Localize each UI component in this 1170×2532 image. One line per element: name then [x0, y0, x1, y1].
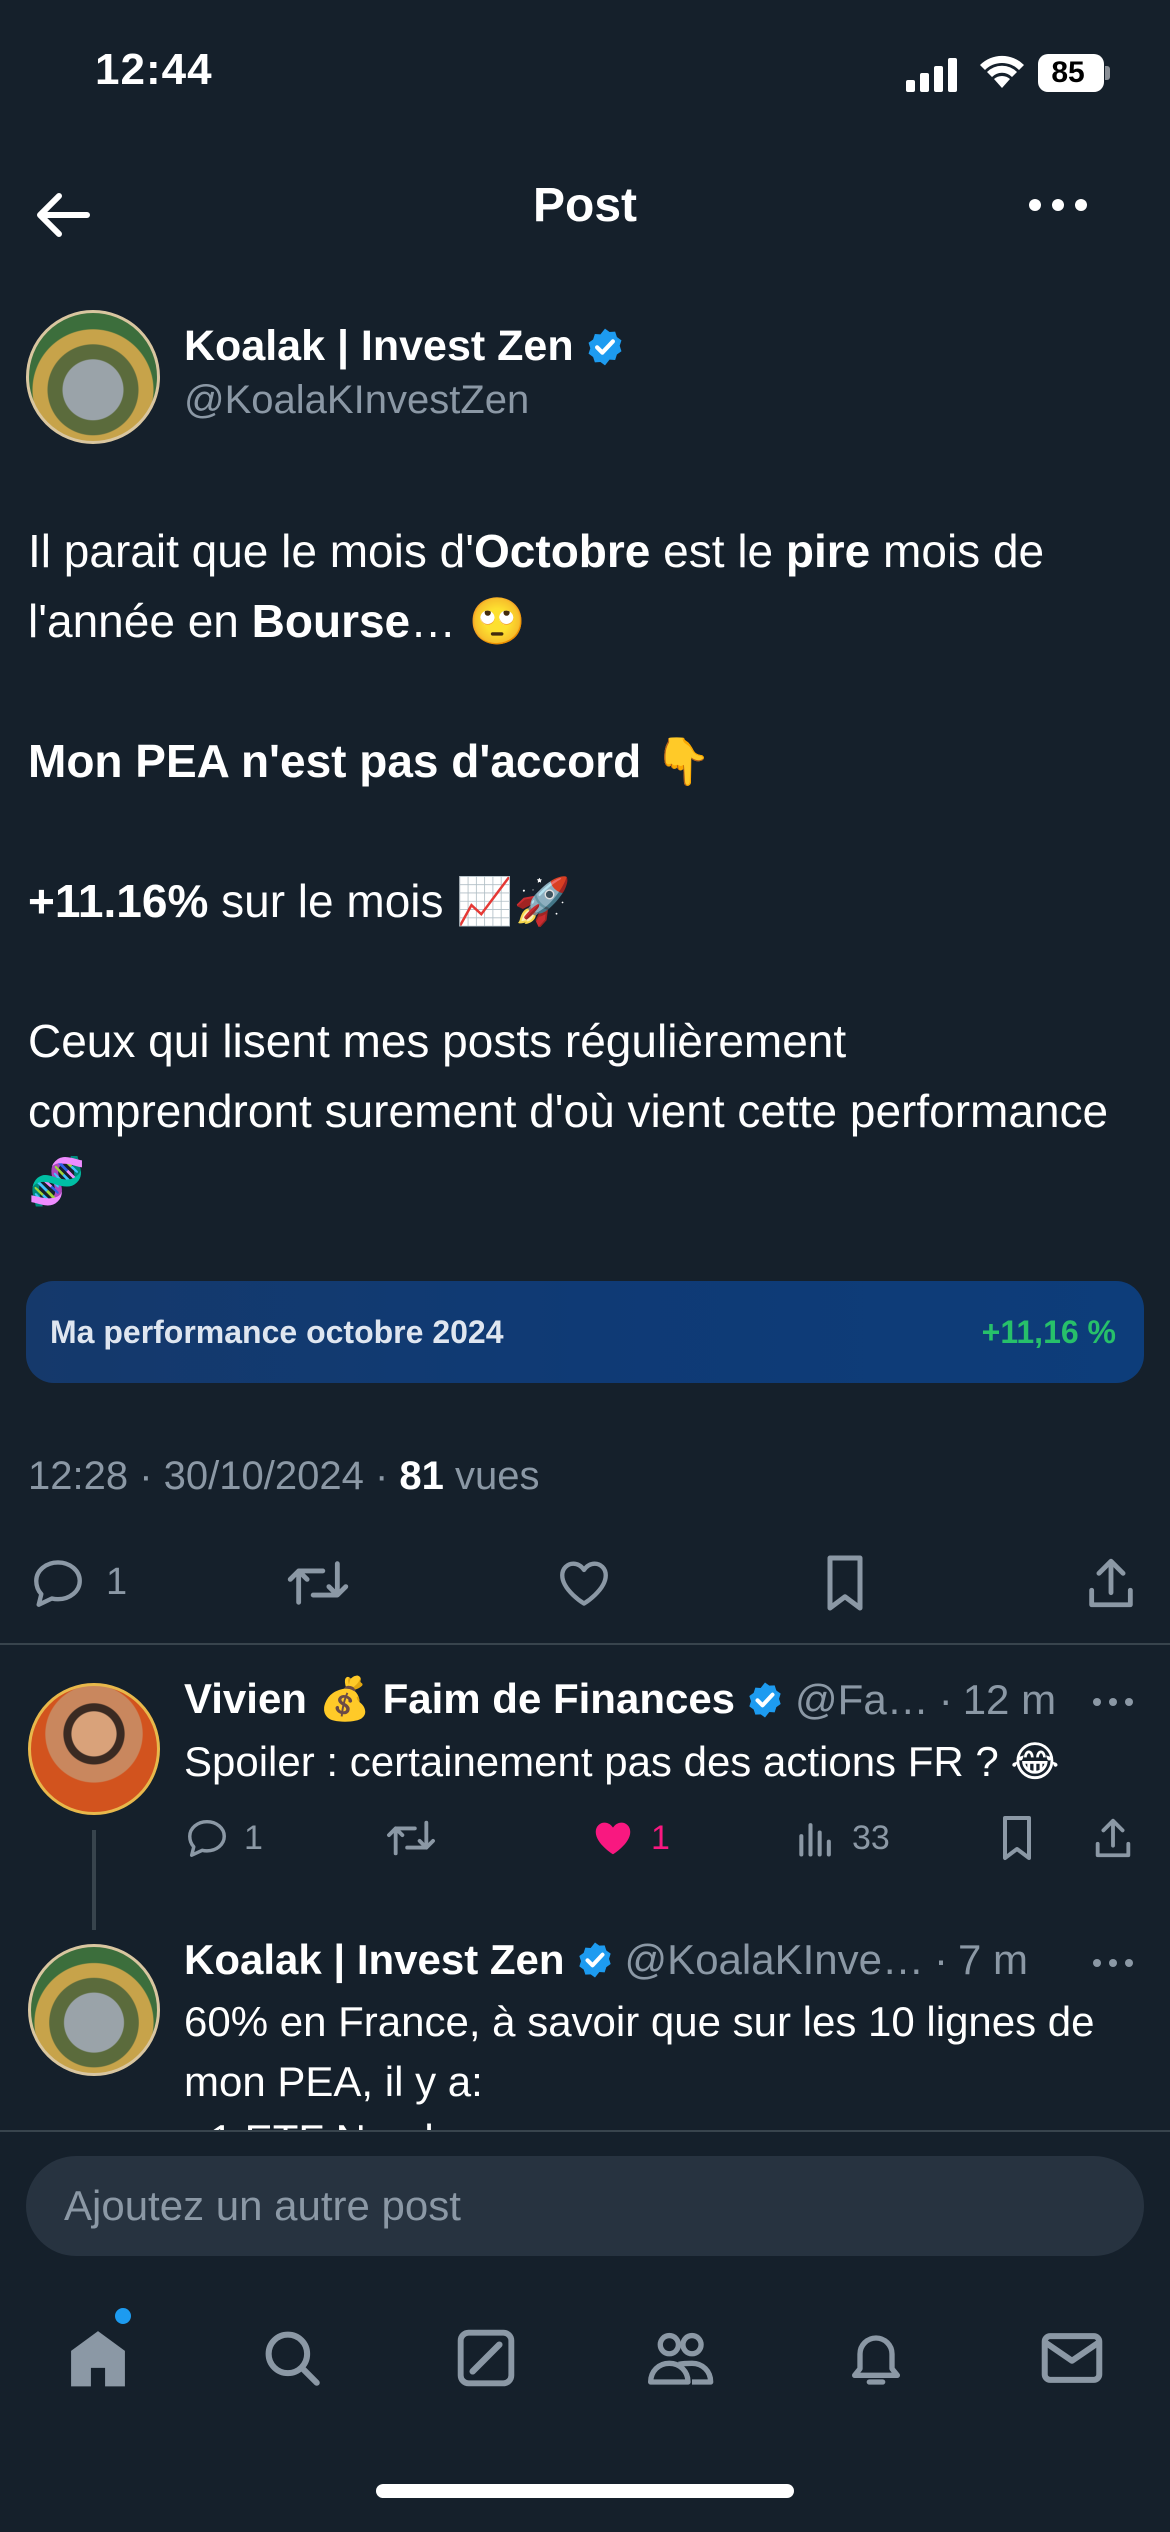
reply-action-bar: 1 1 33 — [184, 1808, 1144, 1868]
bookmark-button[interactable] — [818, 1545, 872, 1620]
tab-notifications[interactable] — [836, 2318, 916, 2398]
heart-filled-icon — [595, 1822, 631, 1855]
mail-icon — [1041, 2333, 1103, 2383]
analytics-icon — [799, 1823, 831, 1857]
home-indicator[interactable] — [376, 2484, 794, 2498]
repost-button[interactable] — [284, 1545, 352, 1620]
reply-share-button[interactable] — [1090, 1808, 1136, 1868]
notification-dot — [115, 2308, 131, 2324]
post-time: 12:28 — [28, 1454, 129, 1498]
performance-value: +11,16 % — [981, 1313, 1116, 1350]
reply-more-button[interactable] — [1088, 1682, 1138, 1722]
reply-reply-button[interactable]: 1 — [184, 1808, 263, 1868]
wifi-icon — [980, 55, 1024, 88]
performance-image-card[interactable]: Ma performance octobre 2024 +11,16 % — [26, 1281, 1144, 1383]
post-paragraph-1: Il parait que le mois d'Octobre est le p… — [28, 525, 1045, 647]
compose-input[interactable]: Ajoutez un autre post — [26, 2156, 1144, 2256]
tab-search[interactable] — [252, 2318, 332, 2398]
reply-age: 7 m — [958, 1936, 1029, 1983]
more-dots-icon — [1028, 199, 1087, 211]
reply-button[interactable]: 1 — [28, 1545, 127, 1620]
reply-like-button[interactable]: 1 — [589, 1808, 670, 1868]
like-button[interactable] — [553, 1545, 615, 1620]
reply-count: 1 — [106, 1561, 128, 1603]
reply-reply-count: 1 — [244, 1818, 263, 1857]
author-handle[interactable]: @KoalaKInvestZen — [184, 378, 529, 423]
home-icon — [71, 2331, 125, 2387]
share-icon — [1089, 1558, 1133, 1607]
post-date: 30/10/2024 — [163, 1454, 364, 1498]
battery-level: 85 — [1051, 56, 1085, 89]
thread-line — [92, 1830, 96, 1930]
bookmark-icon — [827, 1555, 863, 1610]
reply-author-name: Koalak | Invest Zen — [184, 1936, 565, 1983]
reply-more-button[interactable] — [1088, 1943, 1138, 1983]
post-meta: 12:28 · 30/10/2024 · 81 vues — [28, 1454, 540, 1498]
reply-icon — [188, 1819, 226, 1857]
reply-author-name: Vivien 💰 Faim de Finances — [184, 1675, 736, 1722]
reply-author-handle: @KoalaKInve… — [624, 1936, 925, 1983]
reply-header[interactable]: Koalak | Invest Zen @KoalaKInve… · 7 m — [184, 1936, 1028, 1984]
cellular-signal-icon — [906, 58, 957, 92]
bell-icon — [852, 2335, 900, 2385]
more-options-button[interactable] — [1020, 180, 1095, 230]
tab-grok[interactable] — [446, 2318, 526, 2398]
grok-icon — [457, 2329, 515, 2387]
reply-text: Spoiler : certainement pas des actions F… — [184, 1738, 1060, 1785]
tab-messages[interactable] — [1032, 2318, 1112, 2398]
reply-avatar-vivien[interactable] — [28, 1683, 160, 1815]
author-avatar[interactable] — [26, 310, 160, 444]
reply-author-handle: @Fa… — [795, 1675, 929, 1723]
reply-text: 60% en France, à savoir que sur les 10 l… — [184, 1998, 1095, 2105]
reply-age: 12 m — [962, 1675, 1057, 1723]
reply-repost-button[interactable] — [384, 1808, 438, 1868]
reply-icon — [34, 1559, 82, 1607]
author-name-row[interactable]: Koalak | Invest Zen — [184, 322, 626, 371]
views-label: vues — [455, 1454, 540, 1498]
share-icon — [1095, 1818, 1131, 1858]
post-text: Il parait que le mois d'Octobre est le p… — [28, 516, 1138, 1216]
views-count: 81 — [399, 1454, 444, 1498]
battery-indicator: 85 — [1038, 54, 1110, 92]
reply-avatar-koalak[interactable] — [28, 1944, 160, 2076]
more-dots-icon — [1093, 1698, 1133, 1706]
reply-like-count: 1 — [651, 1818, 670, 1857]
reply-bookmark-button[interactable] — [996, 1808, 1038, 1868]
communities-icon — [648, 2332, 714, 2385]
post-action-bar: 1 — [0, 1545, 1170, 1620]
post-paragraph-3: +11.16% sur le mois 📈🚀 — [28, 875, 571, 927]
verified-badge-icon — [578, 1942, 611, 1978]
reply-views-button[interactable]: 33 — [794, 1808, 890, 1868]
heart-icon — [560, 1560, 608, 1606]
tab-home[interactable] — [58, 2318, 138, 2398]
author-name: Koalak | Invest Zen — [184, 322, 574, 370]
share-button[interactable] — [1082, 1545, 1140, 1620]
tab-communities[interactable] — [640, 2318, 720, 2398]
performance-label: Ma performance octobre 2024 — [50, 1313, 504, 1350]
repost-icon — [287, 1560, 349, 1605]
more-dots-icon — [1093, 1959, 1133, 1967]
divider — [0, 1643, 1170, 1645]
reply-header[interactable]: Vivien 💰 Faim de Finances @Fa… · 12 m — [184, 1675, 1056, 1724]
post-paragraph-2: Mon PEA n'est pas d'accord 👇 — [28, 735, 712, 787]
bookmark-icon — [1003, 1816, 1031, 1860]
page-title: Post — [532, 179, 637, 232]
search-icon — [265, 2331, 320, 2386]
reply-views-count: 33 — [852, 1818, 890, 1857]
verified-badge-icon — [588, 328, 622, 365]
status-time: 12:44 — [95, 45, 213, 94]
verified-badge-icon — [749, 1682, 781, 1717]
post-paragraph-4: Ceux qui lisent mes posts régulièrement … — [28, 1015, 1109, 1207]
repost-icon — [387, 1820, 435, 1856]
